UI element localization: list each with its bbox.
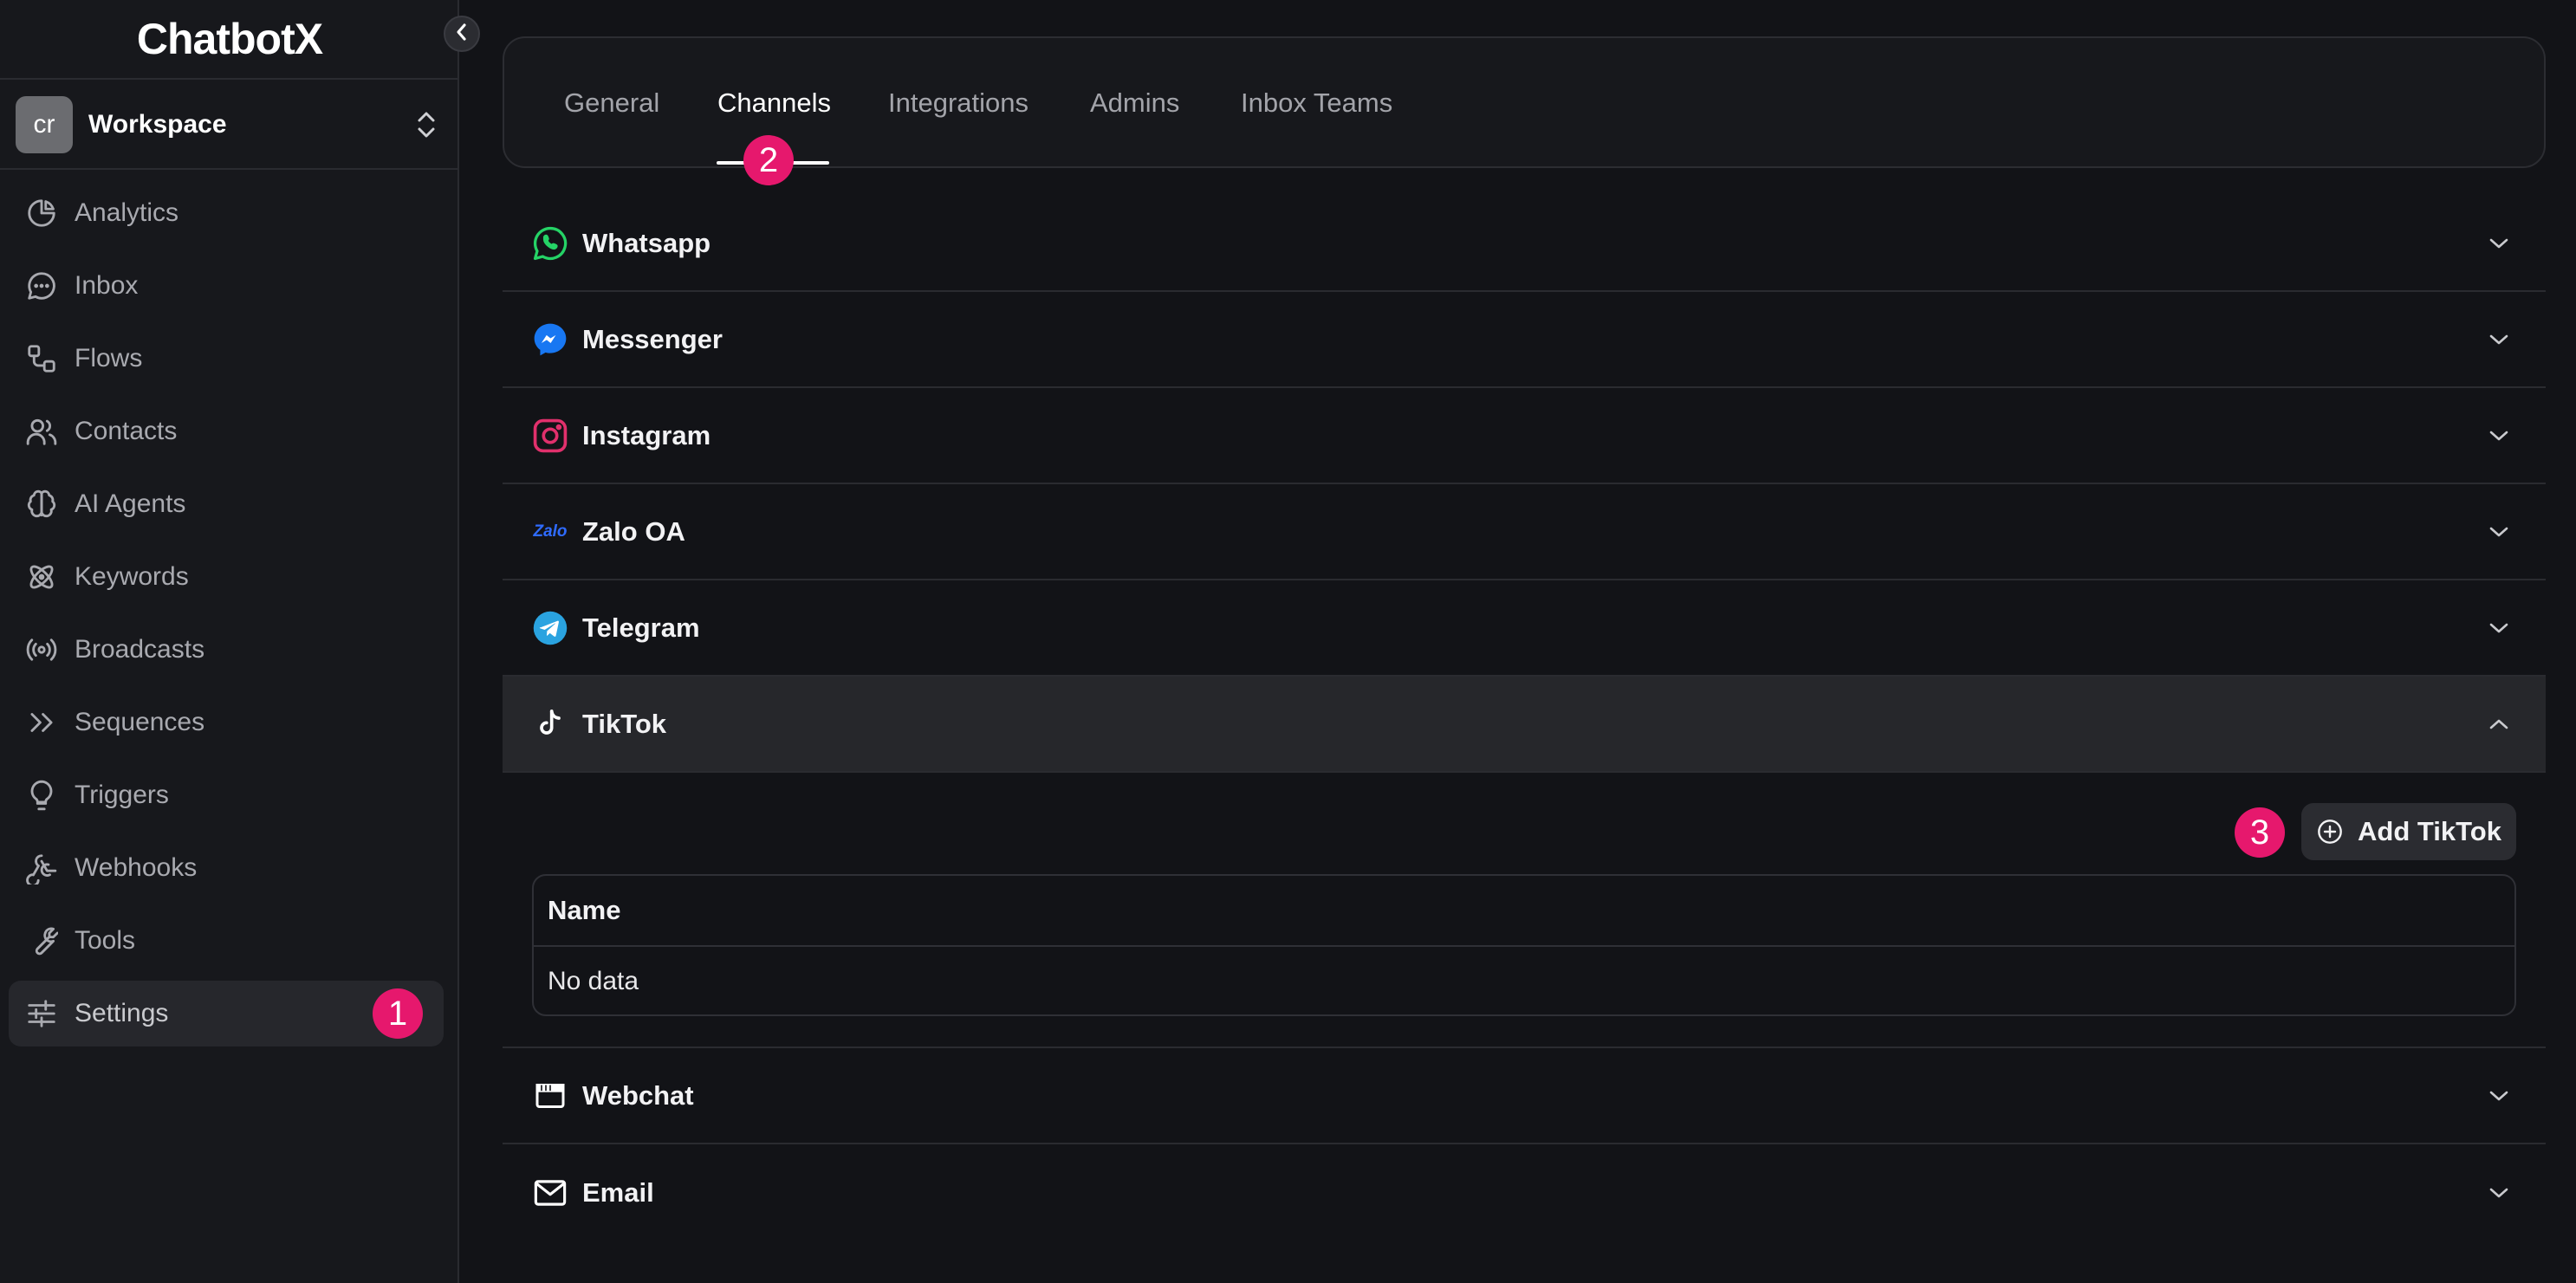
instagram-icon	[530, 416, 570, 456]
app-root: ChatbotX cr Workspace Analytics Inbox Fl…	[0, 0, 2576, 1283]
step-marker-1: 1	[373, 988, 423, 1039]
chat-bubble-icon	[24, 269, 59, 303]
atom-icon	[24, 560, 59, 594]
broadcast-icon	[24, 632, 59, 667]
tab-general[interactable]: General	[564, 38, 659, 168]
chevron-down-icon	[2483, 1177, 2514, 1208]
chevron-down-icon	[2483, 228, 2514, 259]
sidebar-item-sequences[interactable]: Sequences	[9, 690, 444, 755]
collapse-sidebar-button[interactable]	[444, 16, 480, 52]
mail-icon	[530, 1173, 570, 1213]
sidebar-nav: Analytics Inbox Flows Contacts AI Agents…	[9, 180, 444, 1053]
table-header-name: Name	[534, 876, 2514, 947]
sliders-icon	[24, 996, 59, 1031]
chevron-down-icon	[2483, 324, 2514, 355]
channel-row-tiktok[interactable]: TikTok	[503, 677, 2546, 773]
webhook-icon	[24, 851, 59, 885]
channel-row-messenger[interactable]: Messenger	[503, 292, 2546, 388]
tab-integrations[interactable]: Integrations	[888, 38, 1028, 168]
sidebar-item-label: Flows	[75, 344, 143, 373]
channel-row-zalo[interactable]: Zalo Zalo OA	[503, 484, 2546, 580]
sidebar-item-tools[interactable]: Tools	[9, 908, 444, 974]
double-chevron-icon	[24, 705, 59, 740]
sidebar-item-triggers[interactable]: Triggers	[9, 762, 444, 828]
plus-circle-icon	[2318, 820, 2342, 844]
channels-accordion: Whatsapp Messenger Instagram Zalo Zalo O…	[503, 196, 2546, 1241]
sidebar-divider	[0, 168, 459, 170]
channel-row-instagram[interactable]: Instagram	[503, 388, 2546, 484]
users-icon	[24, 414, 59, 449]
workspace-avatar: cr	[16, 96, 73, 153]
workspace-name: Workspace	[88, 110, 227, 139]
chevron-up-down-icon	[409, 107, 444, 142]
sidebar-item-webhooks[interactable]: Webhooks	[9, 835, 444, 901]
settings-tabs: General Channels Integrations Admins Inb…	[503, 36, 2546, 168]
sidebar-item-keywords[interactable]: Keywords	[9, 544, 444, 610]
step-marker-2: 2	[743, 135, 794, 185]
zalo-icon: Zalo	[533, 522, 568, 541]
sidebar-item-label: Contacts	[75, 417, 178, 445]
sidebar-item-label: Keywords	[75, 562, 189, 591]
chevron-down-icon	[2483, 516, 2514, 548]
chevron-left-icon	[454, 22, 470, 47]
sidebar-item-label: Sequences	[75, 708, 205, 736]
messenger-icon	[530, 320, 570, 360]
sidebar-item-label: AI Agents	[75, 489, 186, 518]
channel-label: Telegram	[582, 612, 700, 643]
sidebar-item-label: Webhooks	[75, 853, 198, 882]
tab-admins[interactable]: Admins	[1090, 38, 1179, 168]
sidebar-item-label: Analytics	[75, 198, 179, 227]
tab-inbox-teams[interactable]: Inbox Teams	[1241, 38, 1392, 168]
add-tiktok-button[interactable]: Add TikTok	[2301, 803, 2516, 860]
channel-row-telegram[interactable]: Telegram	[503, 580, 2546, 677]
flow-icon	[24, 341, 59, 376]
brain-icon	[24, 487, 59, 522]
sidebar-item-broadcasts[interactable]: Broadcasts	[9, 617, 444, 683]
sidebar-item-analytics[interactable]: Analytics	[9, 180, 444, 246]
tiktok-accounts-table: Name No data	[532, 874, 2516, 1016]
sidebar-item-label: Tools	[75, 926, 136, 955]
whatsapp-icon	[530, 224, 570, 263]
webchat-icon	[530, 1076, 570, 1116]
channel-row-webchat[interactable]: Webchat	[503, 1048, 2546, 1144]
sidebar-item-flows[interactable]: Flows	[9, 326, 444, 392]
tiktok-panel: 3 Add TikTok Name No data	[503, 773, 2546, 1048]
pie-chart-icon	[24, 196, 59, 230]
chevron-down-icon	[2483, 1080, 2514, 1111]
channel-label: Instagram	[582, 419, 711, 450]
wrench-icon	[24, 923, 59, 958]
sidebar-item-label: Broadcasts	[75, 635, 205, 664]
tiktok-icon	[530, 704, 570, 744]
chevron-down-icon	[2483, 420, 2514, 451]
step-marker-3: 3	[2235, 807, 2285, 858]
chevron-down-icon	[2483, 612, 2514, 644]
channel-label: Messenger	[582, 323, 723, 354]
sidebar-item-ai-agents[interactable]: AI Agents	[9, 471, 444, 537]
sidebar-item-inbox[interactable]: Inbox	[9, 253, 444, 319]
sidebar-item-label: Settings	[75, 999, 169, 1027]
add-tiktok-label: Add TikTok	[2358, 816, 2501, 846]
sidebar-item-contacts[interactable]: Contacts	[9, 399, 444, 464]
telegram-icon	[530, 608, 570, 648]
channel-label: Zalo OA	[582, 515, 685, 547]
channel-row-email[interactable]: Email	[503, 1144, 2546, 1241]
sidebar-divider	[0, 78, 459, 80]
channel-label: Webchat	[582, 1079, 694, 1111]
table-empty-state: No data	[548, 967, 639, 995]
lightbulb-icon	[24, 778, 59, 813]
workspace-switcher[interactable]: cr Workspace	[16, 95, 444, 154]
channel-row-whatsapp[interactable]: Whatsapp	[503, 196, 2546, 292]
sidebar-item-label: Triggers	[75, 781, 169, 809]
chevron-up-icon	[2483, 709, 2514, 740]
sidebar-item-settings[interactable]: Settings 1	[9, 981, 444, 1046]
sidebar: ChatbotX cr Workspace Analytics Inbox Fl…	[0, 0, 459, 1283]
channel-label: TikTok	[582, 708, 667, 739]
channel-label: Email	[582, 1176, 654, 1208]
channel-label: Whatsapp	[582, 227, 711, 258]
app-logo: ChatbotX	[136, 15, 323, 63]
sidebar-item-label: Inbox	[75, 271, 139, 300]
